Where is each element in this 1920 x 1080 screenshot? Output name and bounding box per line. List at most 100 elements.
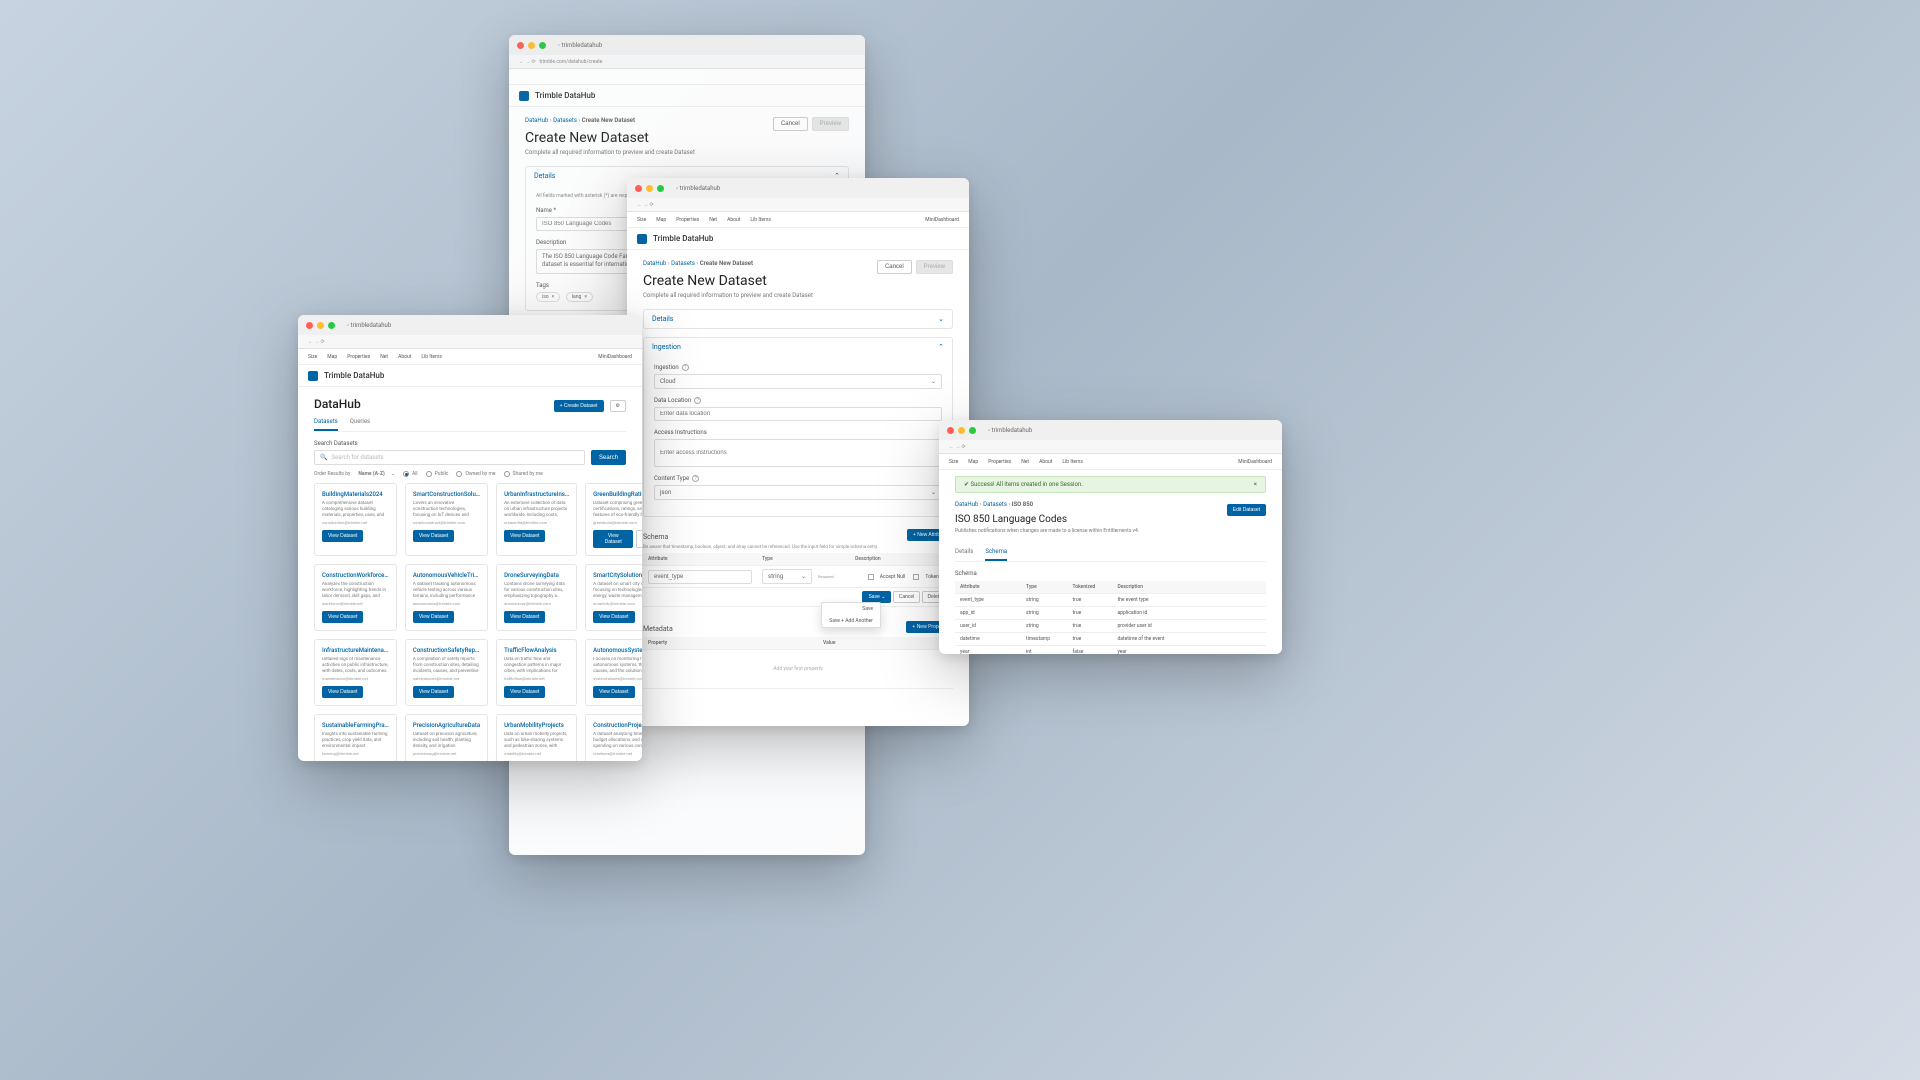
create-dataset-button[interactable]: + Create Dataset: [554, 400, 604, 412]
search-input[interactable]: 🔍 Search for datasets: [314, 450, 585, 465]
card-title[interactable]: DroneSurveyingData: [504, 572, 569, 579]
tab-queries[interactable]: Queries: [350, 414, 370, 431]
card-title[interactable]: InfrastructureMaintena…: [322, 647, 389, 654]
filter-public[interactable]: Public: [426, 471, 449, 477]
tab-details[interactable]: Details: [955, 544, 973, 561]
tag-chip[interactable]: lang ×: [566, 292, 593, 302]
schema-table: Attribute Type Tokenized Description eve…: [955, 581, 1266, 654]
minimize-icon[interactable]: [528, 42, 535, 49]
close-icon[interactable]: [517, 42, 524, 49]
dataset-card: UrbanInfrastructureIns…An extensive coll…: [496, 483, 577, 556]
breadcrumb[interactable]: DataHub › Datasets › ISO 850: [955, 501, 1266, 508]
card-title[interactable]: UrbanInfrastructureIns…: [504, 491, 569, 498]
window-chrome: ◦ trimbledatahub: [298, 315, 642, 335]
ingestion-select[interactable]: Cloud⌄: [654, 374, 942, 389]
view-dataset-button[interactable]: View Dataset: [413, 686, 454, 698]
card-title[interactable]: ConstructionWorkforce…: [322, 572, 389, 579]
tab-schema[interactable]: Schema: [985, 544, 1007, 561]
maximize-icon[interactable]: [539, 42, 546, 49]
card-title[interactable]: PrecisionAgricultureData: [413, 722, 480, 729]
access-textarea[interactable]: [654, 439, 942, 467]
url-bar[interactable]: ← → ⟳: [627, 198, 969, 212]
help-icon[interactable]: ?: [694, 397, 701, 404]
card-title[interactable]: SustainableFarmingPra…: [322, 722, 389, 729]
filter-shared[interactable]: Shared by me: [504, 471, 543, 477]
preview-button[interactable]: Preview: [812, 117, 849, 131]
save-add-option[interactable]: Save + Add Another: [822, 615, 880, 627]
card-title[interactable]: AutonomousVehicleTri…: [413, 572, 480, 579]
view-dataset-button[interactable]: View Dataset: [504, 530, 545, 542]
card-title[interactable]: GreenBuildingRatings: [593, 491, 642, 498]
url-bar[interactable]: ← → ⟳: [939, 440, 1282, 454]
card-description: A compilation of safety reports from con…: [413, 657, 480, 673]
accept-null-checkbox[interactable]: Accept Null: [868, 574, 906, 580]
view-dataset-button[interactable]: View Dataset: [504, 611, 545, 623]
minimize-icon[interactable]: [958, 427, 965, 434]
filter-all[interactable]: All: [403, 471, 418, 477]
tabs: Datasets Queries: [314, 414, 626, 432]
maximize-icon[interactable]: [969, 427, 976, 434]
card-owner: autonomous@trimble.com: [413, 601, 480, 606]
card-title[interactable]: AutonomousSystemsSa…: [593, 647, 642, 654]
window-chrome: ◦ trimbledatahub: [939, 420, 1282, 440]
maximize-icon[interactable]: [328, 322, 335, 329]
view-dataset-button[interactable]: View Dataset: [413, 530, 454, 542]
card-title[interactable]: ConstructionSafetyRep…: [413, 647, 480, 654]
browser-tab[interactable]: ◦ trimbledatahub: [988, 427, 1032, 434]
cancel-button[interactable]: Cancel: [773, 117, 808, 131]
close-icon[interactable]: [635, 185, 642, 192]
view-dataset-button[interactable]: View Dataset: [504, 686, 545, 698]
card-title[interactable]: TrafficFlowAnalysis: [504, 647, 569, 654]
settings-button[interactable]: ⚙: [610, 400, 626, 412]
attribute-input[interactable]: [648, 570, 752, 584]
ingestion-header[interactable]: Ingestion⌃: [644, 338, 952, 356]
close-icon[interactable]: [947, 427, 954, 434]
view-dataset-button[interactable]: View Dataset: [322, 686, 363, 698]
help-icon[interactable]: ?: [692, 475, 699, 482]
save-option[interactable]: Save: [822, 603, 880, 615]
card-description: Detailed logs of maintenance activities …: [322, 657, 389, 673]
cancel-button[interactable]: Cancel: [877, 260, 912, 274]
card-title[interactable]: BuildingMaterials2024: [322, 491, 389, 498]
dataset-card: AutonomousSystemsSa…Focuses on monitorin…: [585, 639, 642, 706]
minimize-icon[interactable]: [646, 185, 653, 192]
tag-chip[interactable]: iso ×: [536, 292, 560, 302]
edit-dataset-button[interactable]: ✎ Edit: [636, 530, 642, 548]
close-banner-icon[interactable]: ×: [1254, 481, 1257, 488]
card-description: Contains drone surveying data for variou…: [504, 582, 569, 598]
card-title[interactable]: SmartConstructionSolu…: [413, 491, 480, 498]
details-panel-collapsed[interactable]: Details⌄: [643, 309, 953, 329]
schema-hint: Be aware that timestamp, boolean, object…: [643, 545, 953, 550]
filter-owned[interactable]: Owned by me: [456, 471, 495, 477]
card-title[interactable]: ConstructionProjectTim…: [593, 722, 642, 729]
view-dataset-button[interactable]: View Dataset: [593, 530, 633, 548]
browser-tab[interactable]: ◦ trimbledatahub: [347, 322, 391, 329]
maximize-icon[interactable]: [657, 185, 664, 192]
browser-tab[interactable]: ◦ trimbledatahub: [676, 185, 720, 192]
search-button[interactable]: Search: [591, 450, 626, 465]
edit-dataset-button[interactable]: Edit Dataset: [1227, 504, 1266, 516]
preview-button[interactable]: Preview: [916, 260, 953, 274]
url-bar[interactable]: ← → ⟳ trimble.com/datahub/create: [509, 55, 865, 69]
card-title[interactable]: SmartCitySolutions: [593, 572, 642, 579]
sort-select[interactable]: Name (A-Z) ⌄: [358, 471, 395, 477]
location-input[interactable]: [654, 407, 942, 421]
view-dataset-button[interactable]: View Dataset: [593, 686, 634, 698]
view-dataset-button[interactable]: View Dataset: [322, 530, 363, 542]
card-owner: dronesurvey@trimble.com: [504, 601, 569, 606]
help-icon[interactable]: ?: [682, 364, 689, 371]
table-row: event_typestringtruethe event type: [955, 594, 1266, 607]
card-title[interactable]: UrbanMobilityProjects: [504, 722, 569, 729]
type-select[interactable]: string⌄: [762, 569, 812, 584]
page-title: Create New Dataset: [643, 273, 953, 289]
view-dataset-button[interactable]: View Dataset: [322, 611, 363, 623]
close-icon[interactable]: [306, 322, 313, 329]
browser-tab[interactable]: ◦ trimbledatahub: [558, 42, 602, 49]
view-dataset-button[interactable]: View Dataset: [413, 611, 454, 623]
view-dataset-button[interactable]: View Dataset: [593, 611, 634, 623]
minimize-icon[interactable]: [317, 322, 324, 329]
tab-datasets[interactable]: Datasets: [314, 414, 338, 431]
cancel-button[interactable]: Cancel: [893, 591, 921, 603]
url-bar[interactable]: ← → ⟳: [298, 335, 642, 349]
content-type-select[interactable]: json⌄: [654, 485, 942, 500]
